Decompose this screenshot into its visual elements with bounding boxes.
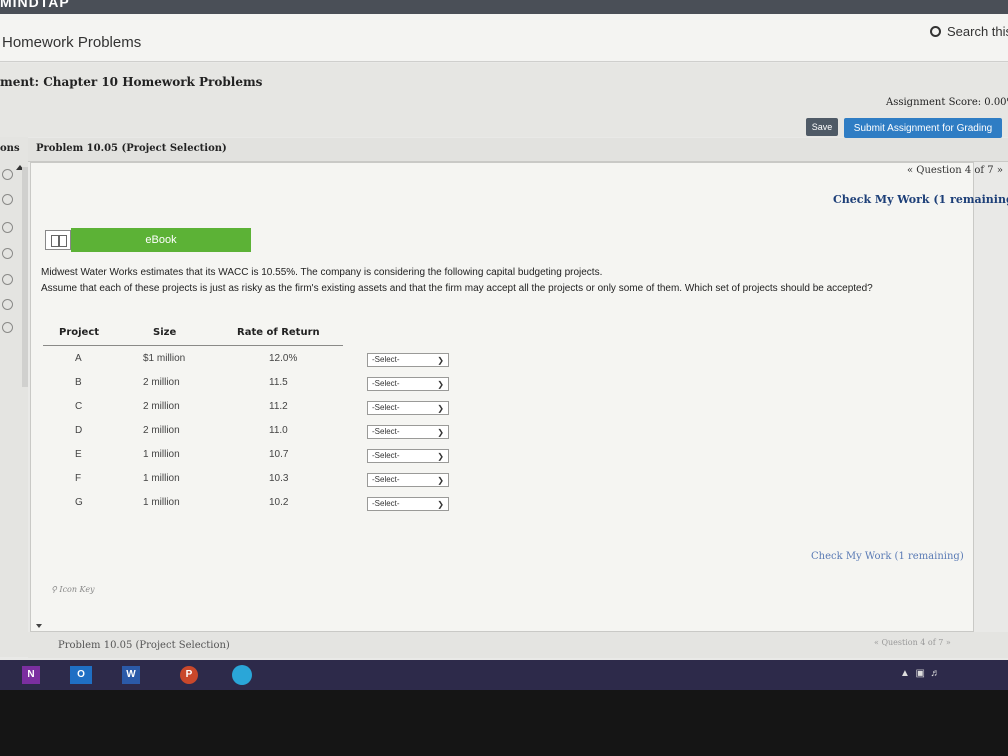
assignment-title: ment: Chapter 10 Homework Problems xyxy=(0,75,263,89)
header-rate: Rate of Return xyxy=(237,327,320,338)
chevron-down-icon: ❯ xyxy=(437,380,444,389)
chevron-down-icon: ❯ xyxy=(437,404,444,413)
row-rate: 10.2 xyxy=(269,497,289,508)
monitor-bezel xyxy=(0,690,1008,756)
row-rate: 11.5 xyxy=(269,377,288,388)
title-bar: Homework Problems Search this xyxy=(0,14,1008,62)
table-header-divider xyxy=(43,345,343,346)
row-size: 1 million xyxy=(143,473,180,484)
row-project: G xyxy=(75,497,83,508)
sidebar-label: ons xyxy=(0,143,20,154)
chevron-down-icon: ❯ xyxy=(437,356,444,365)
row-size: 2 million xyxy=(143,425,180,436)
word-taskbar-icon[interactable]: W xyxy=(122,666,140,684)
project-select-e[interactable]: -Select- ❯ xyxy=(367,449,449,463)
row-rate: 11.0 xyxy=(269,425,288,436)
scroll-down-arrow-icon[interactable] xyxy=(36,624,42,628)
problem-title: Problem 10.05 (Project Selection) xyxy=(36,143,227,154)
header-project: Project xyxy=(59,327,100,338)
question-nav[interactable]: « Question 4 of 7 » xyxy=(907,165,1003,176)
select-value: -Select- xyxy=(372,475,400,484)
row-size: 1 million xyxy=(143,449,180,460)
assignment-bar: ment: Chapter 10 Homework Problems Assig… xyxy=(0,63,1008,138)
tray-chevron-icon[interactable]: ▲ xyxy=(900,668,910,679)
volume-icon[interactable]: ♬ xyxy=(930,668,940,679)
question-status-7[interactable] xyxy=(2,322,13,333)
question-sidebar: ons xyxy=(0,137,28,657)
project-select-d[interactable]: -Select- ❯ xyxy=(367,425,449,439)
screen: MINDTAP Homework Problems Search this me… xyxy=(0,0,1008,660)
row-project: D xyxy=(75,425,83,436)
row-size: 2 million xyxy=(143,377,180,388)
row-rate: 12.0% xyxy=(269,353,298,364)
outlook-taskbar-icon[interactable]: O xyxy=(70,666,92,684)
select-value: -Select- xyxy=(372,403,400,412)
onenote-taskbar-icon[interactable]: N xyxy=(22,666,40,684)
chevron-down-icon: ❯ xyxy=(437,428,444,437)
header-size: Size xyxy=(153,327,177,338)
check-my-work-link[interactable]: Check My Work (1 remaining) xyxy=(833,193,1008,206)
question-status-4[interactable] xyxy=(2,248,13,259)
system-tray[interactable]: ▲ ▣ ♬ xyxy=(900,668,940,679)
footer-problem-title: Problem 10.05 (Project Selection) xyxy=(58,640,230,651)
powerpoint-taskbar-icon[interactable]: P xyxy=(180,666,198,684)
book-icon[interactable] xyxy=(45,230,71,250)
question-status-2[interactable] xyxy=(2,194,13,205)
windows-taskbar: N O W P ▲ ▣ ♬ xyxy=(0,660,1008,690)
project-select-g[interactable]: -Select- ❯ xyxy=(367,497,449,511)
icon-key-link[interactable]: ⚲ Icon Key xyxy=(51,585,95,594)
submit-assignment-button[interactable]: Submit Assignment for Grading xyxy=(844,118,1002,138)
icon-key-label: Icon Key xyxy=(59,585,95,594)
select-value: -Select- xyxy=(372,499,400,508)
row-project: B xyxy=(75,377,82,388)
problem-header: Problem 10.05 (Project Selection) xyxy=(28,138,1008,162)
row-rate: 11.2 xyxy=(269,401,288,412)
question-status-3[interactable] xyxy=(2,222,13,233)
project-select-a[interactable]: -Select- ❯ xyxy=(367,353,449,367)
row-project: F xyxy=(75,473,82,484)
footer-question-nav[interactable]: « Question 4 of 7 » xyxy=(874,638,951,647)
project-select-c[interactable]: -Select- ❯ xyxy=(367,401,449,415)
search-icon xyxy=(930,26,941,37)
sidebar-scrollbar[interactable] xyxy=(22,167,28,387)
top-strip: MINDTAP xyxy=(0,0,1008,14)
network-icon[interactable]: ▣ xyxy=(915,668,924,679)
question-status-1[interactable] xyxy=(2,169,13,180)
project-select-b[interactable]: -Select- ❯ xyxy=(367,377,449,391)
select-value: -Select- xyxy=(372,451,400,460)
row-rate: 10.7 xyxy=(269,449,289,460)
chevron-down-icon: ❯ xyxy=(437,476,444,485)
chevron-down-icon: ❯ xyxy=(437,452,444,461)
brand-logo: MINDTAP xyxy=(0,0,70,10)
search-label: Search this xyxy=(947,24,1008,39)
ebook-button[interactable]: eBook xyxy=(71,228,251,252)
project-select-f[interactable]: -Select- ❯ xyxy=(367,473,449,487)
select-value: -Select- xyxy=(372,427,400,436)
select-value: -Select- xyxy=(372,379,400,388)
row-size: 1 million xyxy=(143,497,180,508)
check-my-work-link-bottom[interactable]: Check My Work (1 remaining) xyxy=(811,551,964,562)
row-project: C xyxy=(75,401,83,412)
row-project: E xyxy=(75,449,82,460)
problem-text-2: Assume that each of these projects is ju… xyxy=(41,283,873,294)
row-project: A xyxy=(75,353,82,364)
footer-bar: Problem 10.05 (Project Selection) « Ques… xyxy=(28,632,1008,658)
row-rate: 10.3 xyxy=(269,473,289,484)
assignment-score: Assignment Score: 0.00% xyxy=(886,97,1008,108)
row-size: $1 million xyxy=(143,353,186,364)
select-value: -Select- xyxy=(372,355,400,364)
search-button[interactable]: Search this xyxy=(930,24,1008,39)
edge-browser-icon[interactable] xyxy=(232,665,252,685)
app-title: Homework Problems xyxy=(2,34,142,51)
save-button[interactable]: Save xyxy=(806,118,838,136)
question-status-6[interactable] xyxy=(2,299,13,310)
chevron-down-icon: ❯ xyxy=(437,500,444,509)
problem-text-1: Midwest Water Works estimates that its W… xyxy=(41,267,603,278)
row-size: 2 million xyxy=(143,401,180,412)
question-status-5[interactable] xyxy=(2,274,13,285)
problem-content: « Question 4 of 7 » Check My Work (1 rem… xyxy=(30,162,1008,632)
